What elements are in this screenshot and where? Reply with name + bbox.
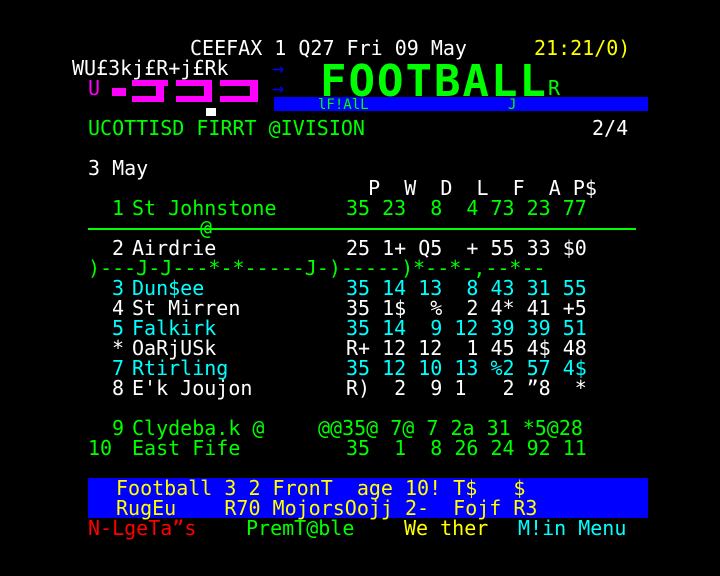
separator-line: )---J-J---*-*-----J-)-----)*--*-,--*-- [88, 256, 546, 280]
service-header: CEEFAX 1 Q27 Fri 09 May [190, 36, 467, 60]
fastext-yellow-link[interactable]: We ther [404, 518, 488, 538]
mosaic-prefix: U [88, 76, 101, 100]
table-row-stats: 35 14 13 8 43 31 55 [346, 276, 587, 300]
table-row-stats: 35 1$ % 2 4* 41 +5 [346, 296, 587, 320]
table-row-pos: 7 [100, 356, 125, 380]
table-row-pos: 4 [100, 296, 125, 320]
fastext-red-link[interactable]: N-LgeTa”s [88, 518, 196, 538]
table-row-team: Rtirling [132, 356, 229, 380]
mosaic-fragment-3: R [548, 76, 561, 100]
table-row-team: St Mirren [132, 296, 241, 320]
divider-line [88, 228, 636, 230]
table-row-pos: 3 [100, 276, 125, 300]
section-title: UCOTTISD FIRRT @IVISION [88, 116, 365, 140]
page-counter: 2/4 [592, 116, 629, 140]
table-row-pos: 1 [100, 196, 125, 220]
separator-marker: @ [200, 216, 213, 240]
table-row-pos: 5 [100, 316, 125, 340]
table-row-stats: 35 12 10 13 %2 57 4$ [346, 356, 587, 380]
arrow-2-icon: → [272, 76, 285, 100]
fastext-green-link[interactable]: PremT@ble [246, 518, 354, 538]
garbled-line: WU£3kj£R+j£Rk [72, 56, 229, 80]
table-header: P W D L F A P$ [332, 176, 597, 200]
table-row-stats: 35 23 8 4 73 23 77 [346, 196, 587, 220]
table-row-stats: R) 2 9 1 2 ”8 * [346, 376, 587, 400]
table-row-stats: 35 1 8 26 24 92 11 [346, 436, 587, 460]
table-row-team: Clydeba.k @ [132, 416, 265, 440]
table-row-team: East Fife [132, 436, 241, 460]
table-row-team: E'k Joujon [132, 376, 253, 400]
table-row-stats: @@35@ 7@ 7 2a 31 *5@28 [318, 416, 583, 440]
table-row-team: OaRjUSk [132, 336, 217, 360]
teletext-screen: CEEFAX 1 Q27 Fri 09 May 21:21/0) WU£3kj£… [0, 0, 720, 576]
table-row-stats: 25 1+ Q5 + 55 33 $0 [346, 236, 587, 260]
fastext-cyan-link[interactable]: M!in Menu [518, 518, 626, 538]
arrow-1-icon: → [272, 56, 285, 80]
table-row-team: Falkirk [132, 316, 217, 340]
table-row-pos: * [100, 336, 125, 360]
mosaic-fragment-2: J [508, 97, 517, 113]
table-row-pos: 9 [100, 416, 125, 440]
table-row-team: Dun$ee [132, 276, 205, 300]
table-row-pos: 2 [100, 236, 125, 260]
clock: 21:21/0) [534, 36, 631, 60]
table-row-pos: 10 [88, 436, 113, 460]
table-row-team: Airdrie [132, 236, 217, 260]
table-date: 3 May [88, 156, 149, 180]
table-row-stats: R+ 12 12 1 45 4$ 48 [346, 336, 587, 360]
mosaic-fragment-1: lF!AlL [318, 97, 369, 113]
table-row-pos: 8 [100, 376, 125, 400]
table-row-stats: 35 14 9 12 39 39 51 [346, 316, 587, 340]
footer-line-2[interactable]: RugEu R70 MojorsOojj 2- Fojf R3 [116, 498, 537, 518]
footer-line-1[interactable]: Football 3 2 FronT age 10! T$ $ [116, 478, 525, 498]
table-row-team: St Johnstone [132, 196, 277, 220]
